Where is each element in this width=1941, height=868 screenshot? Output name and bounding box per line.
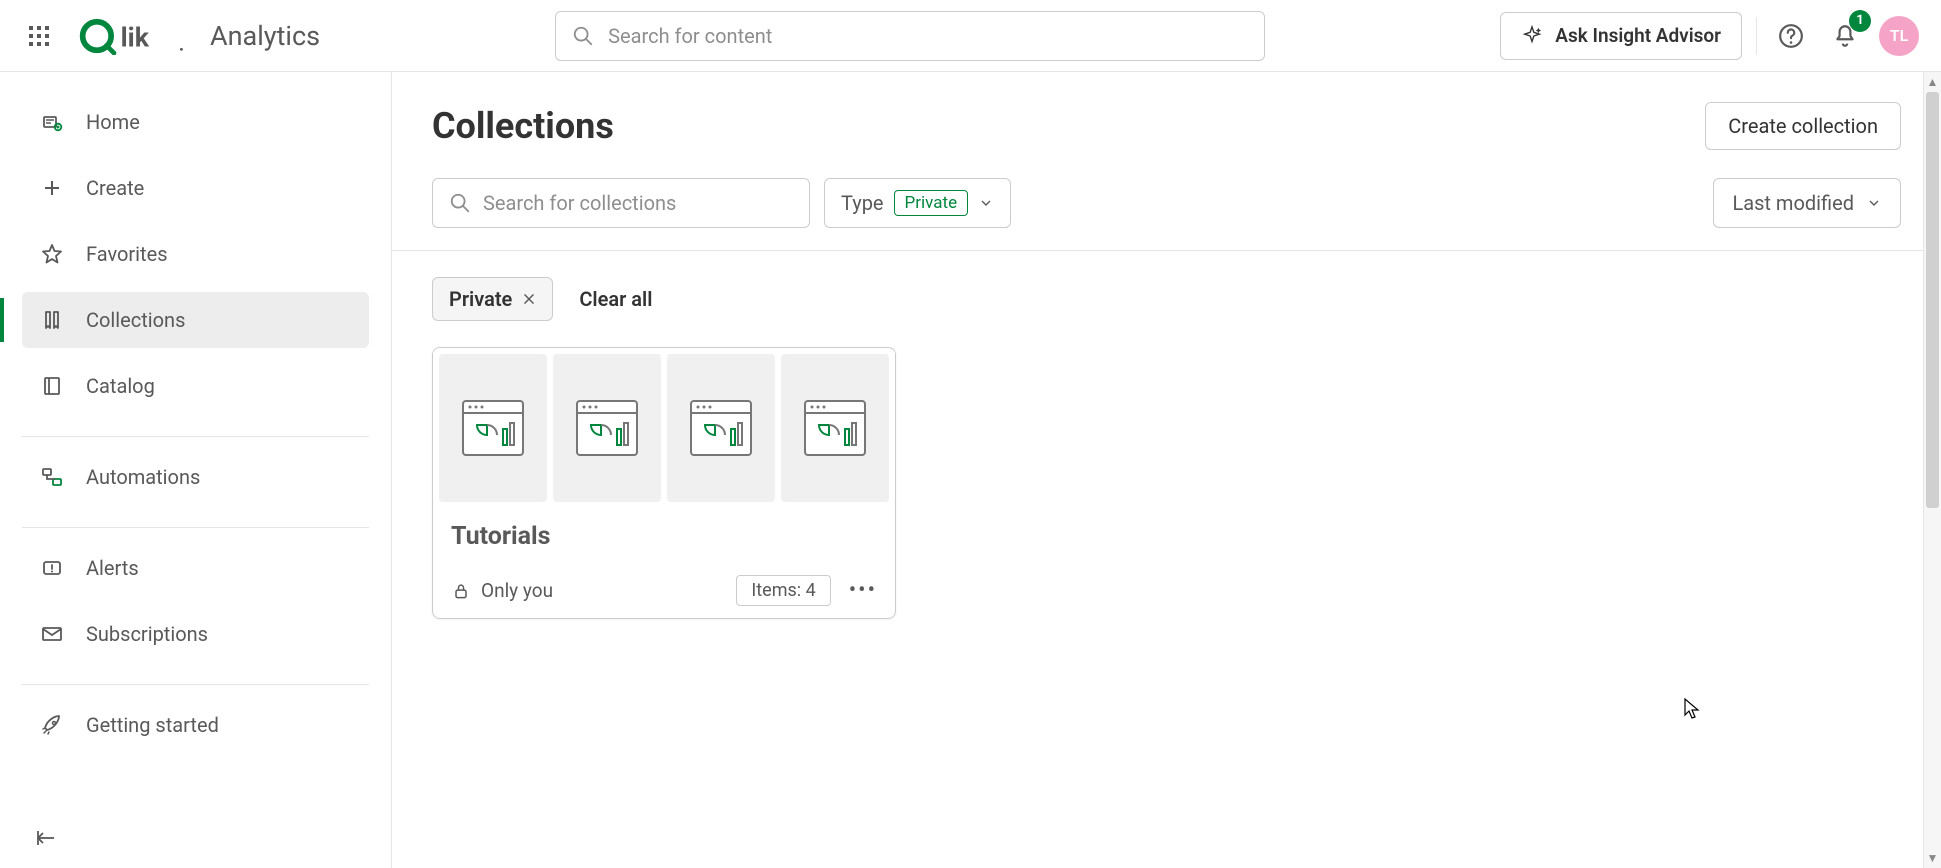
ask-button-label: Ask Insight Advisor [1555, 24, 1721, 47]
collections-search[interactable] [432, 178, 810, 228]
collapse-icon [34, 826, 58, 850]
collections-search-input[interactable] [483, 191, 793, 215]
thumbnail [781, 354, 889, 502]
sidebar-label: Collections [86, 308, 185, 332]
thumbnail [667, 354, 775, 502]
home-icon [40, 110, 64, 134]
sidebar-item-favorites[interactable]: Favorites [22, 226, 369, 282]
card-thumbnails [433, 348, 895, 508]
sidebar-item-create[interactable]: Create [22, 160, 369, 216]
sidebar-label: Subscriptions [86, 622, 208, 646]
sort-dropdown[interactable]: Last modified [1713, 178, 1901, 228]
help-button[interactable] [1771, 16, 1811, 56]
sidebar-label: Catalog [86, 374, 155, 398]
collections-icon [40, 308, 64, 332]
chevron-down-icon [978, 195, 994, 211]
type-filter-value: Private [894, 190, 969, 216]
card-more-button[interactable]: ••• [849, 578, 877, 603]
card-title: Tutorials [451, 522, 877, 551]
page-title: Collections [432, 105, 614, 147]
filter-chip-private[interactable]: Private [432, 277, 553, 321]
divider [22, 527, 369, 528]
sidebar-item-home[interactable]: Home [22, 94, 369, 150]
card-items-count: Items: 4 [736, 575, 830, 606]
sidebar-label: Alerts [86, 556, 139, 580]
scrollbar[interactable]: ▲ ▼ [1923, 72, 1941, 868]
lock-icon [451, 581, 471, 601]
collection-card-tutorials[interactable]: Tutorials Only you Items: 4 ••• [432, 347, 896, 619]
plus-icon [40, 176, 64, 200]
divider [22, 436, 369, 437]
type-filter-dropdown[interactable]: Type Private [824, 178, 1011, 228]
qlik-logo[interactable]: lik [78, 17, 188, 55]
create-collection-button[interactable]: Create collection [1705, 102, 1901, 150]
divider [1756, 17, 1757, 55]
clear-all-button[interactable]: Clear all [579, 287, 652, 311]
sidebar-item-catalog[interactable]: Catalog [22, 358, 369, 414]
type-filter-label: Type [841, 191, 884, 215]
catalog-icon [40, 374, 64, 398]
sparkle-icon [1521, 25, 1543, 47]
sidebar-item-subscriptions[interactable]: Subscriptions [22, 606, 369, 662]
sidebar-item-collections[interactable]: Collections [22, 292, 369, 348]
thumbnail [553, 354, 661, 502]
chevron-down-icon [1866, 195, 1882, 211]
svg-text:lik: lik [121, 22, 150, 53]
divider [22, 684, 369, 685]
global-search[interactable] [555, 11, 1265, 61]
scroll-down-icon[interactable]: ▼ [1927, 848, 1939, 868]
app-launcher-icon[interactable] [22, 19, 56, 53]
sidebar-item-getting-started[interactable]: Getting started [22, 697, 369, 753]
sidebar-label: Getting started [86, 713, 219, 737]
sidebar-label: Favorites [86, 242, 168, 266]
close-icon[interactable] [522, 292, 536, 306]
star-icon [40, 242, 64, 266]
search-icon [572, 25, 594, 47]
ask-insight-advisor-button[interactable]: Ask Insight Advisor [1500, 12, 1742, 60]
sidebar-label: Home [86, 110, 140, 134]
automations-icon [40, 465, 64, 489]
sidebar-label: Automations [86, 465, 200, 489]
sidebar-item-alerts[interactable]: Alerts [22, 540, 369, 596]
card-visibility: Only you [481, 579, 553, 602]
rocket-icon [40, 713, 64, 737]
scrollbar-thumb[interactable] [1926, 92, 1939, 508]
mail-icon [40, 622, 64, 646]
notifications-button[interactable]: 1 [1825, 16, 1865, 56]
scroll-up-icon[interactable]: ▲ [1927, 72, 1939, 92]
collapse-sidebar-button[interactable] [0, 812, 391, 868]
notifications-badge: 1 [1849, 10, 1871, 32]
thumbnail [439, 354, 547, 502]
global-search-input[interactable] [608, 24, 1248, 48]
sidebar-label: Create [86, 176, 144, 200]
search-icon [449, 192, 471, 214]
app-title: Analytics [210, 20, 320, 52]
sidebar: Home Create Favorites Col [0, 72, 392, 868]
filter-chip-label: Private [449, 287, 512, 311]
sort-label: Last modified [1732, 191, 1854, 215]
help-icon [1778, 23, 1804, 49]
alerts-icon [40, 556, 64, 580]
sidebar-item-automations[interactable]: Automations [22, 449, 369, 505]
avatar[interactable]: TL [1879, 16, 1919, 56]
